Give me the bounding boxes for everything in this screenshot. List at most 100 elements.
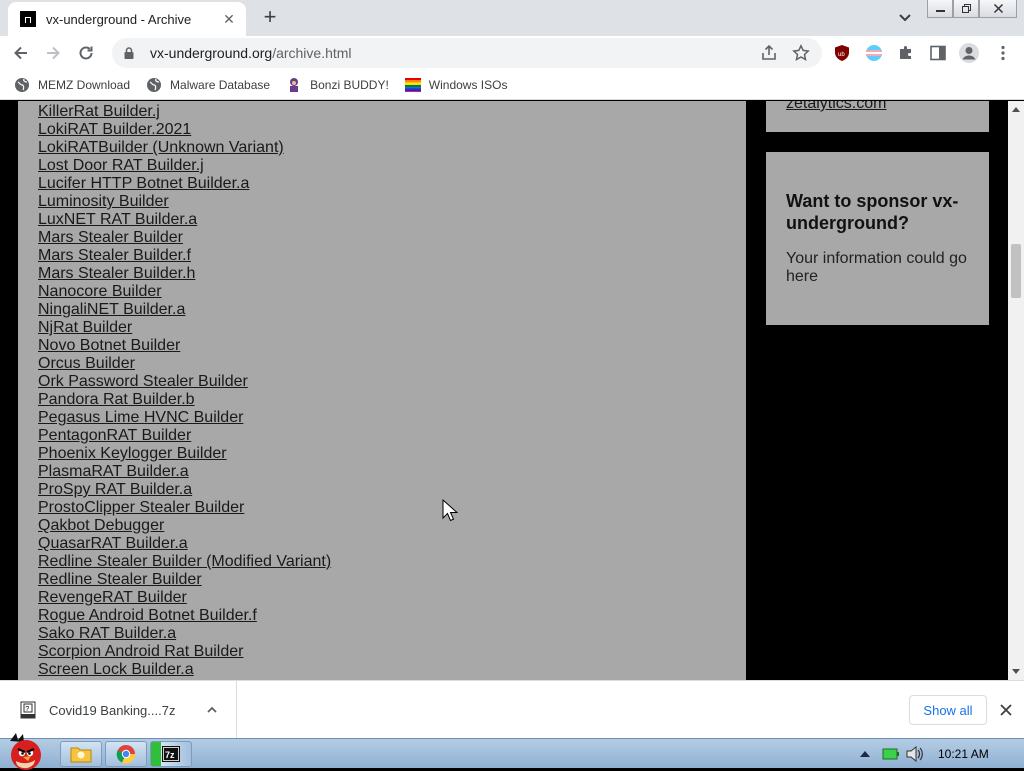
close-icon[interactable] [997,701,1015,719]
archive-link[interactable]: ProstoClipper Stealer Builder [38,499,331,517]
battery-icon[interactable] [882,747,900,761]
chevron-down-icon[interactable] [895,8,915,28]
forward-button[interactable] [40,40,66,66]
archive-link[interactable]: Nanocore Builder [38,283,331,301]
chevron-up-icon[interactable] [205,703,219,717]
sponsor-heading: Want to sponsor vx-underground? [786,191,959,233]
archive-link[interactable]: Pegasus Lime HVNC Builder [38,409,331,427]
trans-flag-extension-icon[interactable] [865,44,883,62]
show-all-button[interactable]: Show all [909,695,987,725]
bookmark-memz-download[interactable]: MEMZ Download [14,77,130,93]
archive-link-list: KillerRat Builder.j LokiRAT Builder.2021 L… [38,103,331,679]
page-scrollbar[interactable] [1008,101,1024,680]
archive-link[interactable]: LokiRAT Builder.2021 [38,121,331,139]
scroll-up-arrow-icon[interactable] [1008,101,1024,117]
bookmark-bonzi-buddy[interactable]: Bonzi BUDDY! [286,77,389,93]
lock-icon[interactable] [122,46,136,60]
7zip-icon: 7z [162,746,180,762]
close-tab-icon[interactable]: ✕ [220,10,238,28]
archive-link[interactable]: PlasmaRAT Builder.a [38,463,331,481]
archive-link[interactable]: Mars Stealer Builder.f [38,247,331,265]
reload-button[interactable] [73,40,99,66]
download-shelf: ? Covid19 Banking....7z Show all [0,680,1024,739]
archive-link[interactable]: Ork Password Stealer Builder [38,373,331,391]
menu-kebab-icon[interactable] [994,44,1012,62]
scrollbar-thumb[interactable] [1011,244,1021,298]
start-button-angry-bird-icon[interactable] [2,731,52,771]
archive-link[interactable]: Scorpion Android Rat Builder [38,643,331,661]
tray-expand-icon[interactable] [860,750,870,758]
url-text: vx-underground.org/archive.html [150,45,352,61]
download-file-name: Covid19 Banking....7z [49,702,176,718]
minimize-button[interactable] [927,0,953,18]
archive-link[interactable]: ProSpy RAT Builder.a [38,481,331,499]
share-icon[interactable] [760,44,778,62]
svg-text:ub: ub [838,52,845,58]
bookmark-star-icon[interactable] [792,44,810,62]
browser-toolbar: vx-underground.org/archive.html ub [0,36,1024,70]
archive-link[interactable]: Novo Botnet Builder [38,337,331,355]
zetalytics-link[interactable]: zetalytics.com [786,101,886,113]
archive-link[interactable]: Lucifer HTTP Botnet Builder.a [38,175,331,193]
archive-link[interactable]: KillerRat Builder.j [38,103,331,121]
side-panel-icon[interactable] [929,44,947,62]
archive-link[interactable]: Redline Stealer Builder (Modified Varian… [38,553,331,571]
archive-link[interactable]: Mars Stealer Builder [38,229,331,247]
archive-link[interactable]: RevengeRAT Builder [38,589,331,607]
volume-icon[interactable] [906,746,924,762]
archive-file-icon: ? [20,701,36,719]
tab-active[interactable]: vx-underground - Archive ✕ [8,2,246,36]
address-bar[interactable]: vx-underground.org/archive.html [112,38,822,68]
folder-icon [70,747,92,763]
chrome-icon [116,745,136,764]
sponsor-text: Your information could go here [786,250,967,285]
archive-main-panel: KillerRat Builder.j LokiRAT Builder.2021 L… [18,101,746,680]
scroll-down-arrow-icon[interactable] [1008,664,1024,680]
archive-link[interactable]: QuasarRAT Builder.a [38,535,331,553]
sponsor-panel: Want to sponsor vx-underground? Your inf… [766,152,989,325]
taskbar-explorer-button[interactable] [60,741,102,767]
bookmark-label: Malware Database [170,77,271,92]
system-tray [860,739,924,769]
url-path: /archive.html [272,45,352,61]
back-button[interactable] [8,40,34,66]
restore-button[interactable] [953,0,979,18]
archive-link[interactable]: NjRat Builder [38,319,331,337]
taskbar-7zip-button[interactable]: 7z [150,741,192,767]
mouse-pointer-icon [442,499,458,522]
forward-arrow-icon [47,46,60,60]
taskbar-clock[interactable]: 10:21 AM [938,747,989,761]
svg-text:7z: 7z [165,750,175,760]
archive-link[interactable]: Orcus Builder [38,355,331,373]
sidebar-top-panel: zetalytics.com [766,101,989,132]
archive-link[interactable]: Sako RAT Builder.a [38,625,331,643]
archive-link[interactable]: Lost Door RAT Builder.j [38,157,331,175]
extensions-puzzle-icon[interactable] [897,44,915,62]
archive-link[interactable]: PentagonRAT Builder [38,427,331,445]
archive-link[interactable]: Luminosity Builder [38,193,331,211]
ublock-origin-icon[interactable]: ub [833,44,851,62]
tab-title: vx-underground - Archive [46,11,192,27]
archive-link[interactable]: Phoenix Keylogger Builder [38,445,331,463]
archive-link[interactable]: Mars Stealer Builder.h [38,265,331,283]
globe-icon [15,77,29,92]
bookmark-malware-database[interactable]: Malware Database [146,77,270,93]
archive-link[interactable]: Screen Lock Builder.a [38,661,331,679]
archive-link[interactable]: Rogue Android Botnet Builder.f [38,607,331,625]
archive-link[interactable]: Pandora Rat Builder.b [38,391,331,409]
archive-link[interactable]: LuxNET RAT Builder.a [38,211,331,229]
archive-link[interactable]: Redline Stealer Builder [38,571,331,589]
close-window-button[interactable] [979,0,1017,18]
archive-link[interactable]: Qakbot Debugger [38,517,331,535]
svg-text:?: ? [25,706,29,713]
bookmark-windows-isos[interactable]: Windows ISOs [404,77,508,93]
site-favicon-icon [20,11,36,27]
profile-avatar-icon[interactable] [958,42,980,64]
reload-icon [79,46,93,60]
taskbar-chrome-button[interactable] [105,741,147,767]
archive-link[interactable]: NingaliNET Builder.a [38,301,331,319]
bookmark-label: Windows ISOs [428,77,508,92]
tab-strip: vx-underground - Archive ✕ + [0,0,1024,36]
new-tab-button[interactable]: + [258,6,282,30]
archive-link[interactable]: LokiRATBuilder (Unknown Variant) [38,139,331,157]
